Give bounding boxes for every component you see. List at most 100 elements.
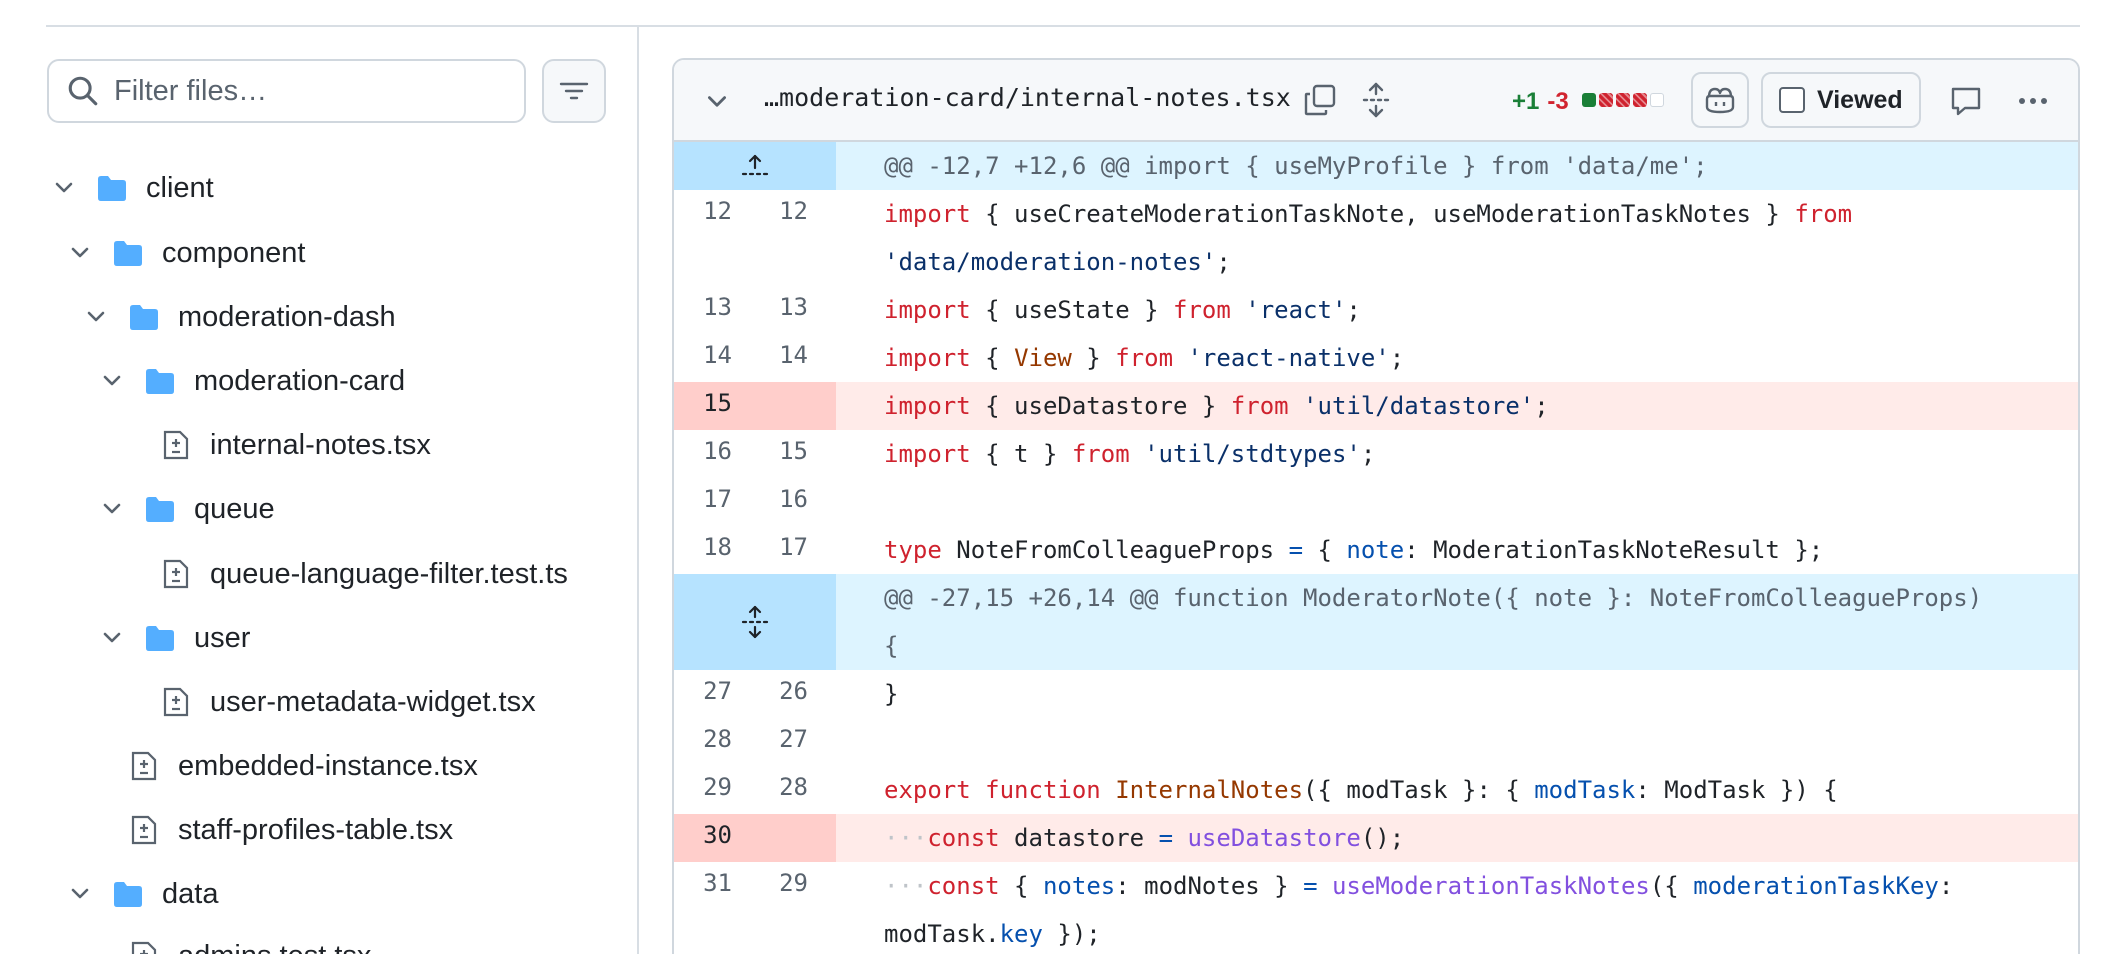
diff-line: 16 15 import { t } from 'util/stdtypes'; — [674, 430, 2078, 478]
new-line-number[interactable]: 27 — [732, 718, 836, 766]
expand-all-icon[interactable] — [1358, 82, 1394, 118]
file-diff-icon — [131, 815, 157, 845]
tree-folder-moderation-card[interactable]: moderation-card — [100, 353, 405, 409]
old-line-number[interactable]: 16 — [674, 430, 732, 478]
old-line-number[interactable]: 14 — [674, 334, 732, 382]
new-line-number[interactable]: 16 — [732, 478, 836, 526]
copilot-button[interactable] — [1691, 72, 1749, 128]
folder-icon — [114, 241, 142, 266]
tree-label: admins.test.tsx — [178, 940, 371, 954]
sidebar-divider — [637, 26, 639, 954]
old-line-number[interactable]: 13 — [674, 286, 732, 334]
diffstat-neutral-square — [1650, 93, 1664, 107]
diff-line: 13 13 import { useState } from 'react'; — [674, 286, 2078, 334]
tree-label: embedded-instance.tsx — [178, 749, 478, 782]
diffstat-del-square — [1633, 93, 1647, 107]
new-line-number[interactable]: 29 — [732, 862, 836, 954]
tree-label: user-metadata-widget.tsx — [210, 685, 536, 718]
tree-file-user-metadata-widget[interactable]: user-metadata-widget.tsx — [162, 674, 536, 730]
tree-label: moderation-card — [194, 364, 406, 397]
code-line: ···const { notes: modNotes } = useModera… — [884, 872, 1954, 948]
tree-folder-component[interactable]: component — [68, 225, 306, 281]
expand-both-button[interactable] — [674, 574, 836, 670]
new-line-number[interactable] — [732, 814, 836, 862]
tree-label: staff-profiles-table.tsx — [178, 813, 454, 846]
new-line-number[interactable]: 13 — [732, 286, 836, 334]
old-line-number[interactable]: 18 — [674, 526, 732, 574]
folder-icon — [146, 369, 174, 394]
folder-icon — [130, 305, 158, 330]
new-line-number[interactable]: 12 — [732, 190, 836, 286]
code-line: } — [884, 680, 899, 708]
new-line-number[interactable] — [732, 382, 836, 430]
comment-icon[interactable] — [1949, 84, 1983, 118]
chevron-down-icon[interactable] — [100, 626, 124, 650]
tree-folder-client[interactable]: client — [52, 160, 214, 216]
viewed-checkbox[interactable] — [1779, 87, 1805, 113]
folder-icon — [146, 626, 174, 651]
code-line: import { useDatastore } from 'util/datas… — [836, 382, 2078, 430]
old-line-number[interactable]: 15 — [674, 382, 732, 430]
chevron-down-icon[interactable] — [704, 89, 730, 115]
file-diff-icon — [131, 751, 157, 781]
diff-line: 14 14 import { View } from 'react-native… — [674, 334, 2078, 382]
new-line-number[interactable]: 14 — [732, 334, 836, 382]
tree-folder-user[interactable]: user — [100, 610, 250, 666]
filter-files-field[interactable] — [47, 59, 526, 123]
tree-folder-moderation-dash[interactable]: moderation-dash — [84, 289, 396, 345]
expand-up-icon — [741, 154, 769, 176]
tree-folder-data[interactable]: data — [68, 866, 218, 922]
deletions-count: -3 — [1547, 88, 1569, 115]
chevron-down-icon[interactable] — [52, 176, 76, 200]
hunk-header: @@ -27,15 +26,14 @@ function ModeratorNo… — [674, 574, 2078, 670]
diff-line: 29 28 export function InternalNotes({ mo… — [674, 766, 2078, 814]
diff-stat: +1 -3 — [1512, 88, 1569, 116]
viewed-toggle[interactable]: Viewed — [1761, 72, 1921, 128]
new-line-number[interactable]: 28 — [732, 766, 836, 814]
tree-file-internal-notes[interactable]: internal-notes.tsx — [162, 417, 431, 473]
new-line-number[interactable]: 26 — [732, 670, 836, 718]
tree-label: queue — [194, 492, 275, 525]
tree-label: moderation-dash — [178, 300, 396, 333]
tree-file-queue-language-filter[interactable]: queue-language-filter.test.ts — [162, 546, 568, 602]
old-line-number[interactable]: 17 — [674, 478, 732, 526]
tree-label: client — [146, 171, 214, 204]
hunk-header-line: @@ -27,15 +26,14 @@ function ModeratorNo… — [884, 584, 1983, 612]
new-line-number[interactable]: 15 — [732, 430, 836, 478]
old-line-number[interactable]: 28 — [674, 718, 732, 766]
old-line-number[interactable]: 31 — [674, 862, 732, 954]
deleted-line: 15 import { useDatastore } from 'util/da… — [674, 382, 2078, 430]
diff-line: 28 27 — [674, 718, 2078, 766]
diff-line: 17 16 — [674, 478, 2078, 526]
chevron-down-icon[interactable] — [68, 882, 92, 906]
diff-line: 27 26 } — [674, 670, 2078, 718]
diffstat-del-square — [1599, 93, 1613, 107]
old-line-number[interactable]: 12 — [674, 190, 732, 286]
filter-options-button[interactable] — [542, 59, 606, 123]
copy-icon[interactable] — [1302, 82, 1338, 118]
file-diff-icon — [131, 941, 157, 954]
filter-files-input[interactable] — [114, 74, 494, 108]
tree-folder-queue[interactable]: queue — [100, 481, 275, 537]
old-line-number[interactable]: 27 — [674, 670, 732, 718]
diff-lines: @@ -12,7 +12,6 @@ import { useMyProfile … — [674, 142, 2078, 954]
code-line: import { useState } from 'react'; — [884, 296, 1361, 324]
expand-up-button[interactable] — [674, 142, 836, 190]
diff-file-path[interactable]: …moderation-card/internal-notes.tsx — [764, 83, 1291, 112]
old-line-number[interactable]: 30 — [674, 814, 732, 862]
kebab-horizontal-icon[interactable] — [2016, 84, 2050, 118]
old-line-number[interactable]: 29 — [674, 766, 732, 814]
diff-line: 12 12 import { useCreateModerationTaskNo… — [674, 190, 2078, 286]
chevron-down-icon[interactable] — [100, 369, 124, 393]
tree-file-staff-profiles-table[interactable]: staff-profiles-table.tsx — [130, 802, 453, 858]
chevron-down-icon[interactable] — [68, 241, 92, 265]
chevron-down-icon[interactable] — [100, 497, 124, 521]
tree-label: data — [162, 877, 219, 910]
code-line: import { t } from 'util/stdtypes'; — [884, 440, 1376, 468]
tree-file-embedded-instance[interactable]: embedded-instance.tsx — [130, 738, 478, 794]
tree-file-admins-test[interactable]: admins.test.tsx — [130, 928, 371, 954]
new-line-number[interactable]: 17 — [732, 526, 836, 574]
chevron-down-icon[interactable] — [84, 305, 108, 329]
top-divider — [46, 25, 2080, 27]
